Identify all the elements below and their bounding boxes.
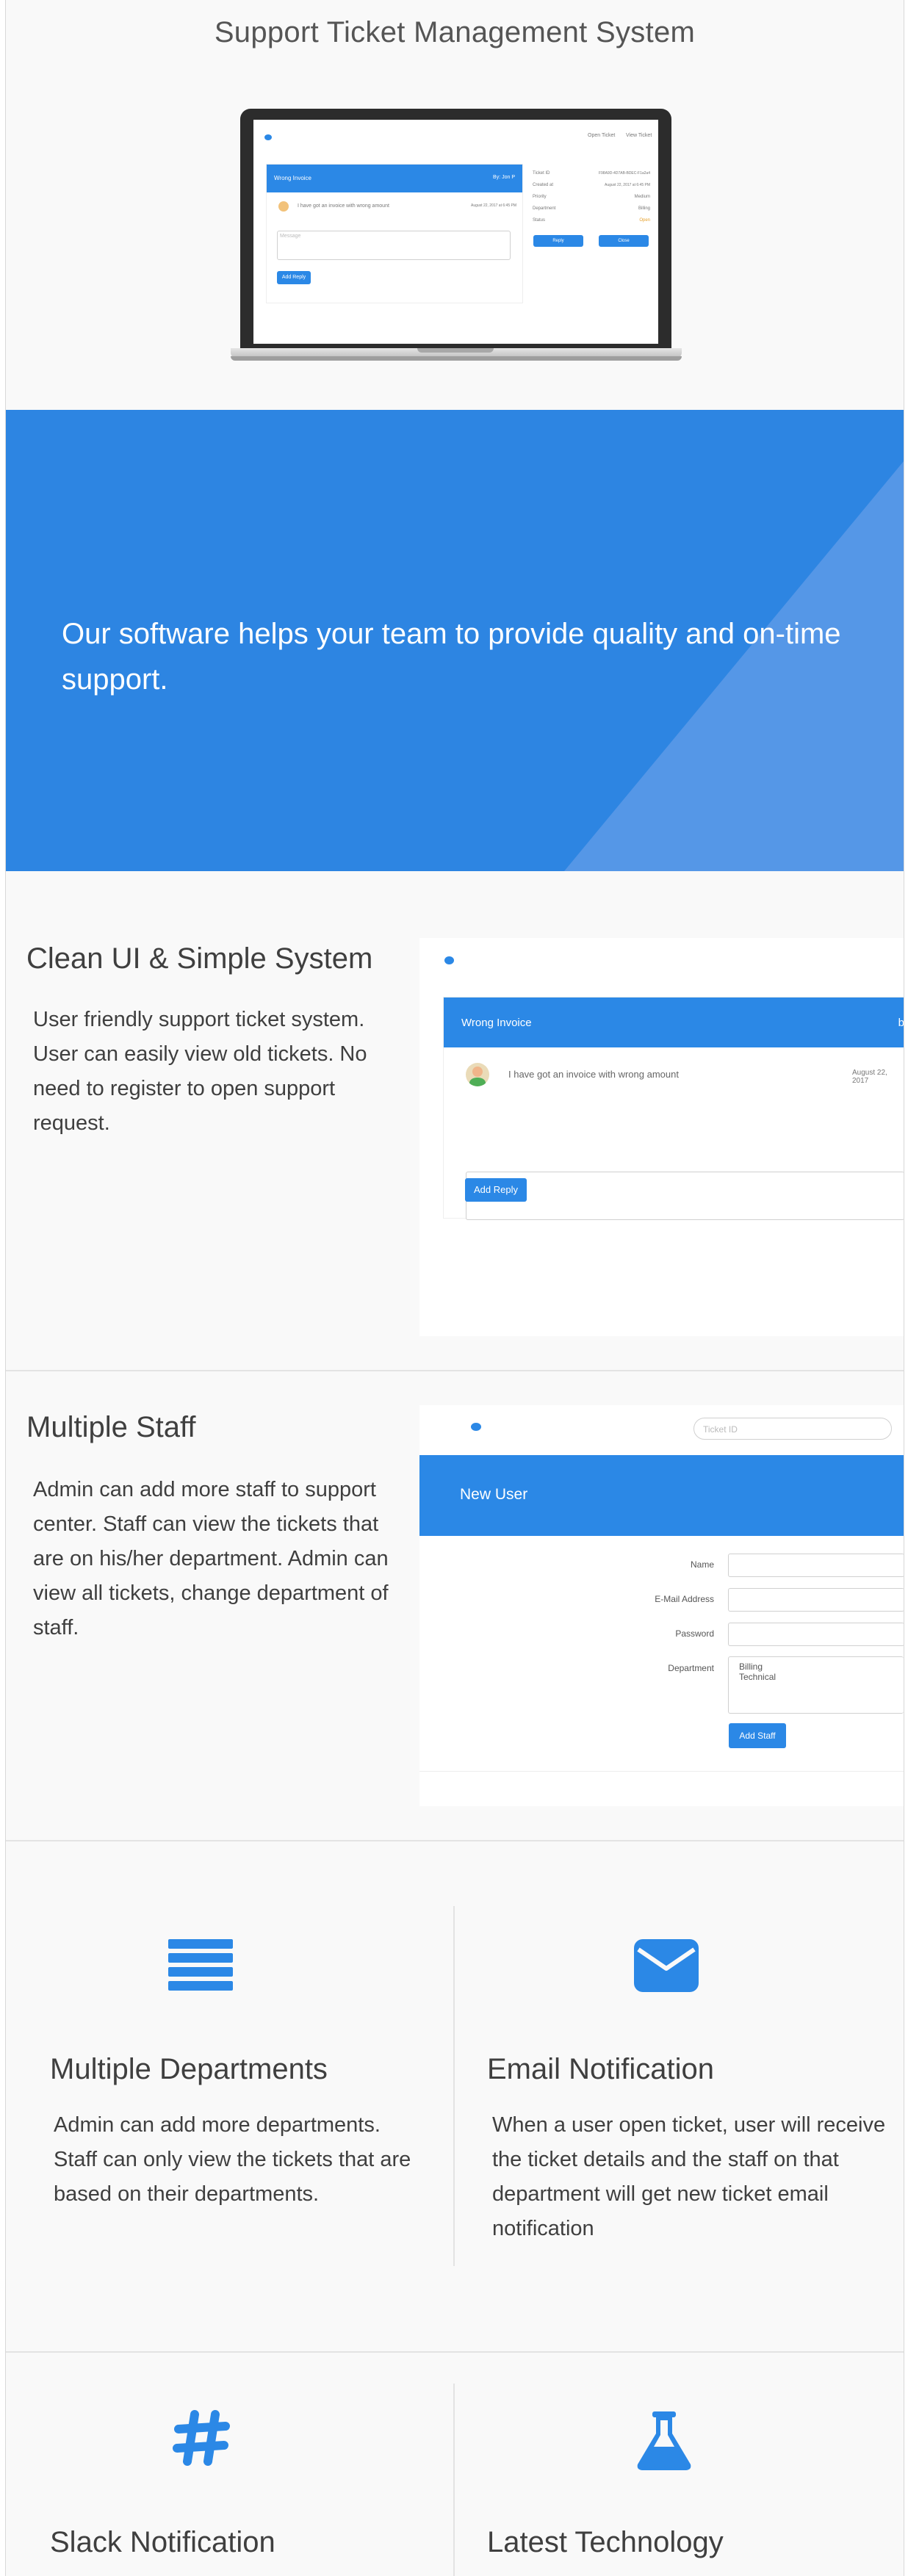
ticket-date: August 22, 2017 [852, 1069, 887, 1085]
multiple-staff-screenshot: Ticket ID New User Name E-Mail Address P… [419, 1405, 904, 1806]
reply-button[interactable]: Reply [533, 235, 583, 247]
laptop-base-shadow [231, 356, 682, 361]
envelope-icon [634, 1939, 699, 1992]
email-input[interactable] [728, 1588, 904, 1612]
ticket-author: By: Jon P [493, 175, 515, 180]
clean-ui-screenshot: Wrong Invoice b I have got an invoice wi… [419, 938, 904, 1336]
laptop-notch [417, 348, 494, 353]
ticket-header: Wrong Invoice b [444, 997, 904, 1047]
ticket-subject: Wrong Invoice [274, 175, 311, 181]
new-user-title: New User [460, 1486, 528, 1503]
feature-body: Admin can add more departments. Staff ca… [54, 2113, 411, 2206]
password-input[interactable] [728, 1623, 904, 1646]
detail-row: Created at August 22, 2017 at 6:45 PM [533, 183, 650, 187]
hero-banner: Our software helps your team to provide … [6, 410, 904, 871]
avatar [466, 1063, 489, 1086]
chat-logo-icon [471, 1423, 481, 1431]
chat-logo-icon [264, 134, 272, 140]
name-label: Name [690, 1559, 714, 1570]
column-divider [453, 2384, 455, 2576]
detail-row: Status Open [533, 218, 650, 223]
reply-message-input[interactable]: Message [466, 1172, 904, 1220]
page-title: Support Ticket Management System [214, 16, 696, 48]
department-option[interactable]: Technical [739, 1672, 893, 1682]
password-label: Password [675, 1628, 714, 1639]
department-select[interactable]: Billing Technical [728, 1656, 904, 1714]
detail-row: Department Billing [533, 206, 650, 211]
add-reply-button[interactable]: Add Reply [277, 271, 311, 284]
ticket-subject: Wrong Invoice [461, 1017, 532, 1029]
landing-page: Support Ticket Management System Open Ti… [5, 0, 904, 2576]
close-button[interactable]: Close [599, 235, 649, 247]
list-icon [168, 1939, 233, 1991]
feature-title: Multiple Departments [50, 2053, 328, 2085]
avatar [278, 201, 289, 212]
detail-row: Ticket ID F98A9D-4D7AB-BDEC-F1a2a4 [533, 171, 650, 176]
feature-title: Slack Notification [50, 2526, 275, 2558]
section-body-clean-ui: User friendly support ticket system. Use… [33, 1008, 367, 1135]
ticket-message: I have got an invoice with wrong amount [508, 1069, 679, 1080]
nav-view-ticket[interactable]: View Ticket [626, 133, 652, 138]
ticket-card: Wrong Invoice By: Jon P I have got an in… [266, 164, 523, 303]
laptop-screen: Open Ticket View Ticket Wrong Invoice By… [253, 120, 658, 344]
section-title-multiple-staff: Multiple Staff [26, 1411, 196, 1443]
detail-row: Priority Medium [533, 195, 650, 199]
chat-logo-icon [444, 956, 454, 964]
add-reply-button[interactable]: Add Reply [465, 1178, 527, 1202]
ticket-author: b [898, 1017, 904, 1029]
section-title-clean-ui: Clean UI & Simple System [26, 942, 373, 975]
department-option[interactable]: Billing [739, 1662, 893, 1672]
column-divider [453, 1906, 455, 2266]
banner-text: Our software helps your team to provide … [62, 618, 841, 696]
ticket-header: Wrong Invoice By: Jon P [267, 165, 522, 192]
ticket-id-search-input[interactable]: Ticket ID [693, 1418, 892, 1440]
section-divider [6, 2351, 904, 2353]
ticket-date: August 22, 2017 at 6:45 PM [471, 203, 516, 208]
flask-icon [636, 2411, 692, 2470]
feature-title: Latest Technology [487, 2526, 724, 2558]
section-divider [6, 1370, 904, 1371]
ticket-message: I have got an invoice with wrong amount [298, 203, 389, 209]
nav-open-ticket[interactable]: Open Ticket [588, 133, 615, 138]
section-body-multiple-staff: Admin can add more staff to support cent… [33, 1478, 389, 1639]
feature-title: Email Notification [487, 2053, 715, 2085]
add-staff-button[interactable]: Add Staff [729, 1723, 786, 1748]
department-label: Department [668, 1663, 714, 1673]
new-user-form: Name E-Mail Address Password Department … [419, 1536, 904, 1772]
email-label: E-Mail Address [655, 1594, 714, 1604]
reply-message-input[interactable]: Message [277, 231, 511, 260]
name-input[interactable] [728, 1554, 904, 1577]
section-divider [6, 1840, 904, 1841]
slack-hash-icon [173, 2409, 231, 2467]
new-user-header: New User [419, 1455, 904, 1536]
feature-body: When a user open ticket, user will recei… [492, 2113, 886, 2240]
ticket-details: Ticket ID F98A9D-4D7AB-BDEC-F1a2a4 Create… [533, 171, 650, 230]
